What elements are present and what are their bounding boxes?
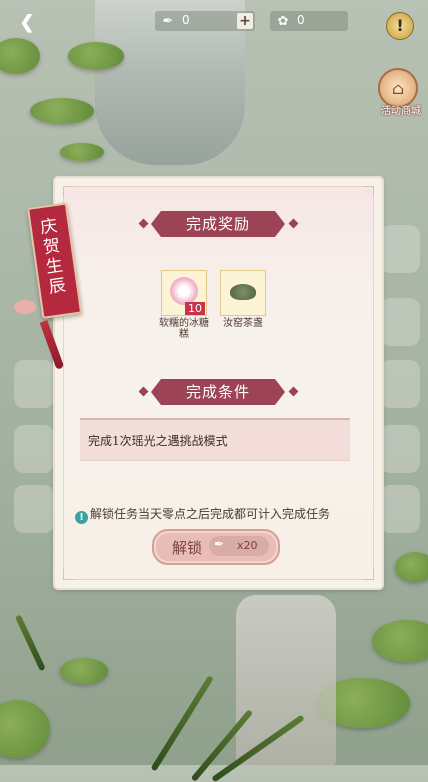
event-shop-button[interactable]: ⌂ 活动商城	[375, 68, 421, 118]
background-item	[380, 225, 420, 273]
currency-a-value: 0	[182, 13, 190, 27]
reward-name: 汝窑茶盏	[223, 318, 263, 329]
background-vase	[236, 595, 336, 765]
background-item	[380, 360, 420, 408]
ribbon-bow	[14, 300, 36, 314]
task-dialog: 完成奖励 10 软糯的冰糖糕 汝窑茶盏 完成条件 完成1次瑶光之遇挑战模式 ! 解…	[55, 178, 382, 588]
currency-a-display: ✒ 0 +	[155, 11, 255, 31]
reward-slot	[220, 270, 266, 316]
unlock-button[interactable]: 解锁 ✒ x20	[152, 529, 280, 565]
unlock-label: 解锁	[172, 539, 203, 557]
condition-text: 完成1次瑶光之遇挑战模式	[88, 434, 228, 448]
alert-button[interactable]: !	[386, 12, 414, 40]
grass-blade	[150, 675, 214, 772]
background-item	[380, 298, 420, 346]
lily-pad	[68, 42, 124, 70]
lily-pad	[395, 552, 428, 582]
candy-icon	[170, 277, 198, 305]
feather-icon: ✒	[214, 537, 225, 551]
condition-title: 完成条件	[151, 379, 285, 405]
lily-pad	[60, 658, 108, 684]
flower-icon: ✿	[277, 13, 289, 29]
background-item	[14, 360, 54, 408]
back-button[interactable]: ❮	[14, 9, 40, 35]
reward-title: 完成奖励	[151, 211, 285, 237]
corner-ornament	[363, 569, 374, 580]
back-arrow-icon: ❮	[19, 11, 35, 33]
condition-box: 完成1次瑶光之遇挑战模式	[80, 418, 350, 461]
currency-b-value: 0	[297, 13, 305, 27]
unlock-cost-value: x20	[237, 539, 258, 552]
lily-pad	[30, 98, 94, 124]
reward-item[interactable]: 10 软糯的冰糖糕	[159, 270, 209, 340]
grass-blade	[14, 614, 46, 672]
reward-count: 10	[185, 302, 205, 315]
corner-ornament	[63, 569, 74, 580]
ribbon-text: 庆贺生辰	[39, 216, 68, 298]
currency-a-add-button[interactable]: +	[237, 13, 253, 29]
background-item	[380, 425, 420, 473]
info-icon: !	[75, 511, 88, 524]
lily-pad	[0, 38, 40, 74]
event-shop-label: 活动商城	[381, 106, 421, 117]
teacup-icon	[230, 284, 256, 300]
currency-b-display: ✿ 0	[270, 11, 348, 31]
feather-icon: ✒	[162, 13, 174, 29]
lily-pad	[372, 620, 428, 662]
hint-text: 解锁任务当天零点之后完成都可计入完成任务	[90, 507, 331, 521]
background-item	[14, 485, 54, 533]
lily-pad	[60, 143, 104, 161]
corner-ornament	[63, 186, 74, 197]
background-item	[380, 485, 420, 533]
corner-ornament	[363, 186, 374, 197]
lily-pad	[0, 700, 50, 758]
unlock-cost: ✒ x20	[209, 536, 269, 556]
background-item	[14, 425, 54, 473]
reward-name: 软糯的冰糖糕	[159, 318, 209, 340]
reward-slot: 10	[161, 270, 207, 316]
unlock-hint: ! 解锁任务当天零点之后完成都可计入完成任务	[75, 505, 375, 524]
reward-item[interactable]: 汝窑茶盏	[218, 270, 268, 329]
alert-icon: !	[396, 16, 404, 35]
